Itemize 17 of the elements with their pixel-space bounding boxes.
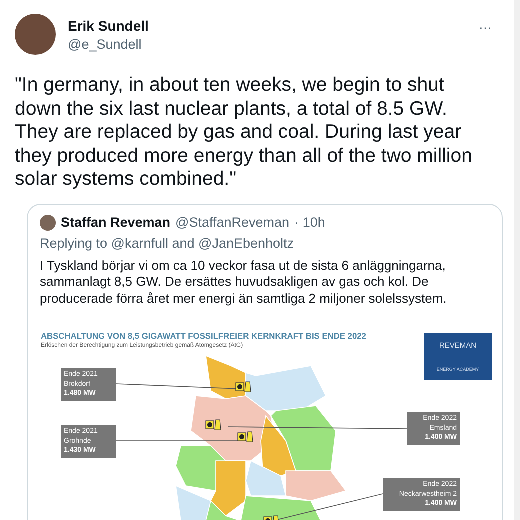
tweet-time: · 10h <box>294 215 326 230</box>
nuclear-plant-icon <box>264 516 280 520</box>
nuclear-plant-icon <box>238 432 254 442</box>
quoted-tweet-text: I Tyskland börjar vi om ca 10 veckor fasa ut de sista 6 anläggningarna, sammanlagt 8,5 GW. De ersättes huvudsakligen av gas och kol. De producerade förra året mer energi än samtliga 2 miljoner solelssystem. <box>40 258 448 307</box>
nuclear-plant-icon <box>206 420 222 430</box>
tweet-text: "In germany, in about ten weeks, we begin to shut down the six last nuclear plants, a total of 8.5 GW. They are replaced by gas and coal. During last year they produced more energy than all of the two million solar systems combined." <box>15 74 474 192</box>
quoted-avatar[interactable] <box>40 214 56 230</box>
more-options-icon[interactable]: ··· <box>479 20 492 35</box>
replying-to-text: Replying to @karnfull and @JanEbenholtz <box>39 234 296 250</box>
quoted-author-handle[interactable]: @StaffanReveman <box>176 215 290 230</box>
quoted-author-name[interactable]: Staffan Reveman <box>61 215 171 230</box>
nuclear-plant-icon <box>236 382 252 392</box>
author-handle[interactable]: @e_Sundell <box>68 37 149 52</box>
author-name[interactable]: Erik Sundell <box>68 18 149 34</box>
avatar[interactable] <box>15 14 56 55</box>
quoted-tweet-card[interactable] <box>27 204 503 520</box>
infographic-title: ABSCHALTUNG VON 8,5 GIGAWATT FOSSILFREIER KERNKRAFT BIS ENDE 2022 <box>41 331 366 341</box>
